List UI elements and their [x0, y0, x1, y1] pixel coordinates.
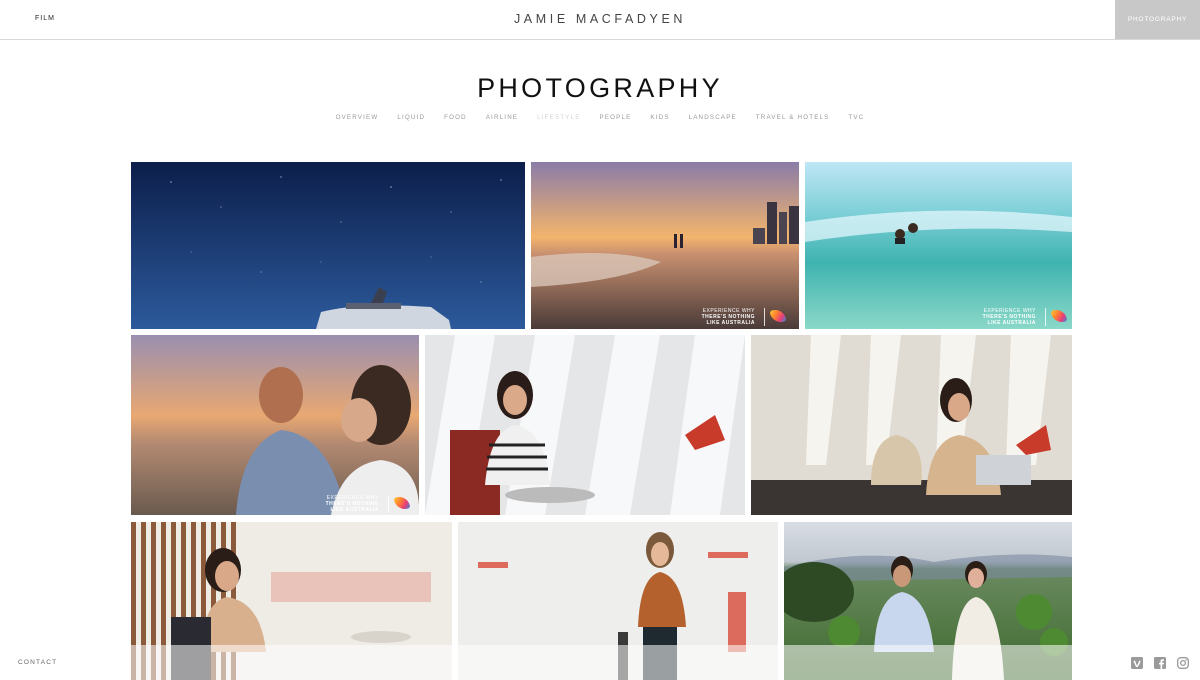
- category-nav: OVERVIEW LIQUID FOOD AIRLINE LIFESTYLE P…: [0, 114, 1200, 121]
- photo-beach-sunset-couple[interactable]: EXPERIENCE WHY THERE'S NOTHING LIKE AUST…: [531, 162, 799, 329]
- photography-tab[interactable]: PHOTOGRAPHY: [1115, 0, 1200, 39]
- photo-lounge-woman-reading[interactable]: [425, 335, 745, 515]
- category-landscape[interactable]: LANDSCAPE: [689, 114, 737, 121]
- category-kids[interactable]: KIDS: [650, 114, 669, 121]
- vimeo-icon[interactable]: [1131, 657, 1143, 669]
- tourism-watermark: EXPERIENCE WHY THERE'S NOTHING LIKE AUST…: [702, 307, 787, 326]
- category-travel-hotels[interactable]: TRAVEL & HOTELS: [756, 114, 830, 121]
- category-liquid[interactable]: LIQUID: [397, 114, 425, 121]
- category-lifestyle[interactable]: LIFESTYLE: [537, 114, 580, 121]
- tourism-watermark: EXPERIENCE WHY THERE'S NOTHING LIKE AUST…: [983, 307, 1068, 326]
- watermark-divider: [388, 495, 389, 513]
- tourism-watermark: EXPERIENCE WHY THERE'S NOTHING LIKE AUST…: [326, 494, 411, 513]
- photo-night-sky-car[interactable]: [131, 162, 525, 329]
- watermark-divider: [1045, 308, 1046, 326]
- photo-lounge-woman-laptop[interactable]: [751, 335, 1072, 515]
- watermark-line3: LIKE AUSTRALIA: [987, 320, 1036, 326]
- photo-surfers-wave[interactable]: EXPERIENCE WHY THERE'S NOTHING LIKE AUST…: [805, 162, 1072, 329]
- watermark-divider: [764, 308, 765, 326]
- photo-couple-beach-dusk[interactable]: EXPERIENCE WHY THERE'S NOTHING LIKE AUST…: [131, 335, 419, 515]
- category-food[interactable]: FOOD: [444, 114, 467, 121]
- facebook-icon[interactable]: [1154, 657, 1166, 669]
- category-tvc[interactable]: TVC: [848, 114, 864, 121]
- bottom-fade-overlay: [0, 645, 1200, 680]
- watermark-line3: LIKE AUSTRALIA: [706, 320, 755, 326]
- contact-link[interactable]: CONTACT: [18, 659, 57, 666]
- instagram-icon[interactable]: [1177, 657, 1189, 669]
- category-overview[interactable]: OVERVIEW: [336, 114, 379, 121]
- category-airline[interactable]: AIRLINE: [486, 114, 518, 121]
- page-title: PHOTOGRAPHY: [477, 73, 723, 103]
- watermark-line3: LIKE AUSTRALIA: [330, 507, 379, 513]
- site-title[interactable]: JAMIE MACFADYEN: [0, 12, 1200, 26]
- category-people[interactable]: PEOPLE: [600, 114, 632, 121]
- top-bar: FILM JAMIE MACFADYEN PHOTOGRAPHY: [0, 0, 1200, 40]
